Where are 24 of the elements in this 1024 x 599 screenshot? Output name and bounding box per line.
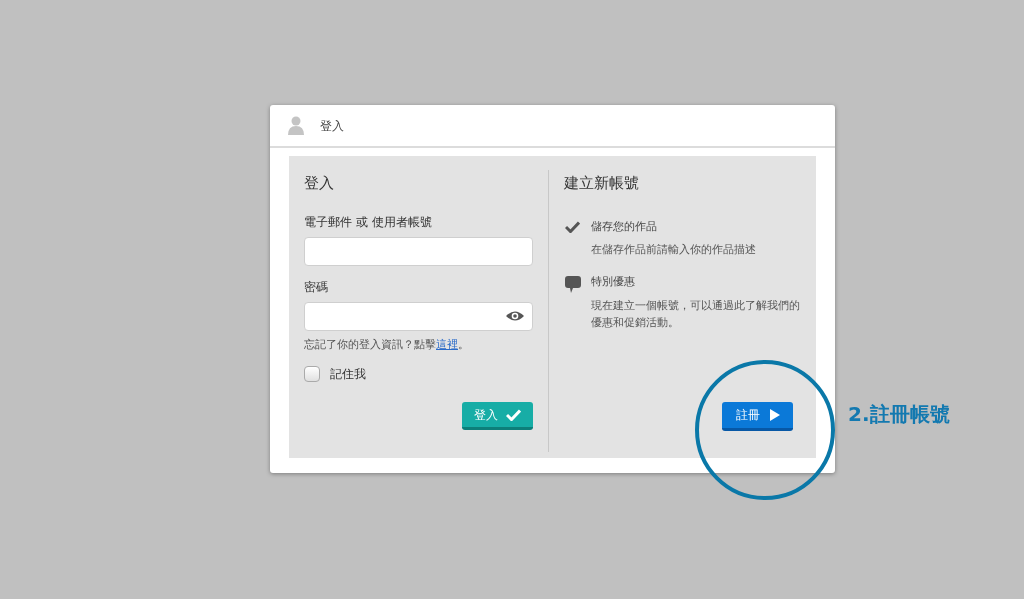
forgot-text: 忘記了你的登入資訊？點擊這裡。 xyxy=(304,336,470,353)
register-button[interactable]: 註冊 xyxy=(722,402,793,431)
feature-title: 儲存您的作品 xyxy=(591,218,658,235)
login-button[interactable]: 登入 xyxy=(462,402,533,430)
play-icon xyxy=(769,409,780,421)
check-icon xyxy=(506,408,521,421)
field-label: 電子郵件 或 使用者帳號 xyxy=(304,213,433,231)
section-heading: 登入 xyxy=(304,173,335,194)
user-icon xyxy=(288,116,304,135)
remember-label: 記住我 xyxy=(330,366,366,383)
eye-icon[interactable] xyxy=(506,310,524,322)
remember-checkbox[interactable] xyxy=(304,366,320,382)
section-heading: 建立新帳號 xyxy=(564,173,640,194)
forgot-link[interactable]: 這裡 xyxy=(436,337,458,351)
dialog-title: 登入 xyxy=(320,117,344,135)
feature-description: 在儲存作品前請輸入你的作品描述 xyxy=(591,242,757,258)
speech-bubble-icon xyxy=(564,276,581,293)
input-field[interactable] xyxy=(304,236,533,266)
feature-description: 現在建立一個帳號，可以通過此了解我們的優惠和促銷活動。 xyxy=(591,297,801,331)
password-field[interactable] xyxy=(304,301,533,331)
field-label: 密碼 xyxy=(304,278,329,296)
annotation-label: 2.註冊帳號 xyxy=(848,401,950,428)
check-icon xyxy=(565,220,580,233)
feature-title: 特別優惠 xyxy=(591,274,636,290)
